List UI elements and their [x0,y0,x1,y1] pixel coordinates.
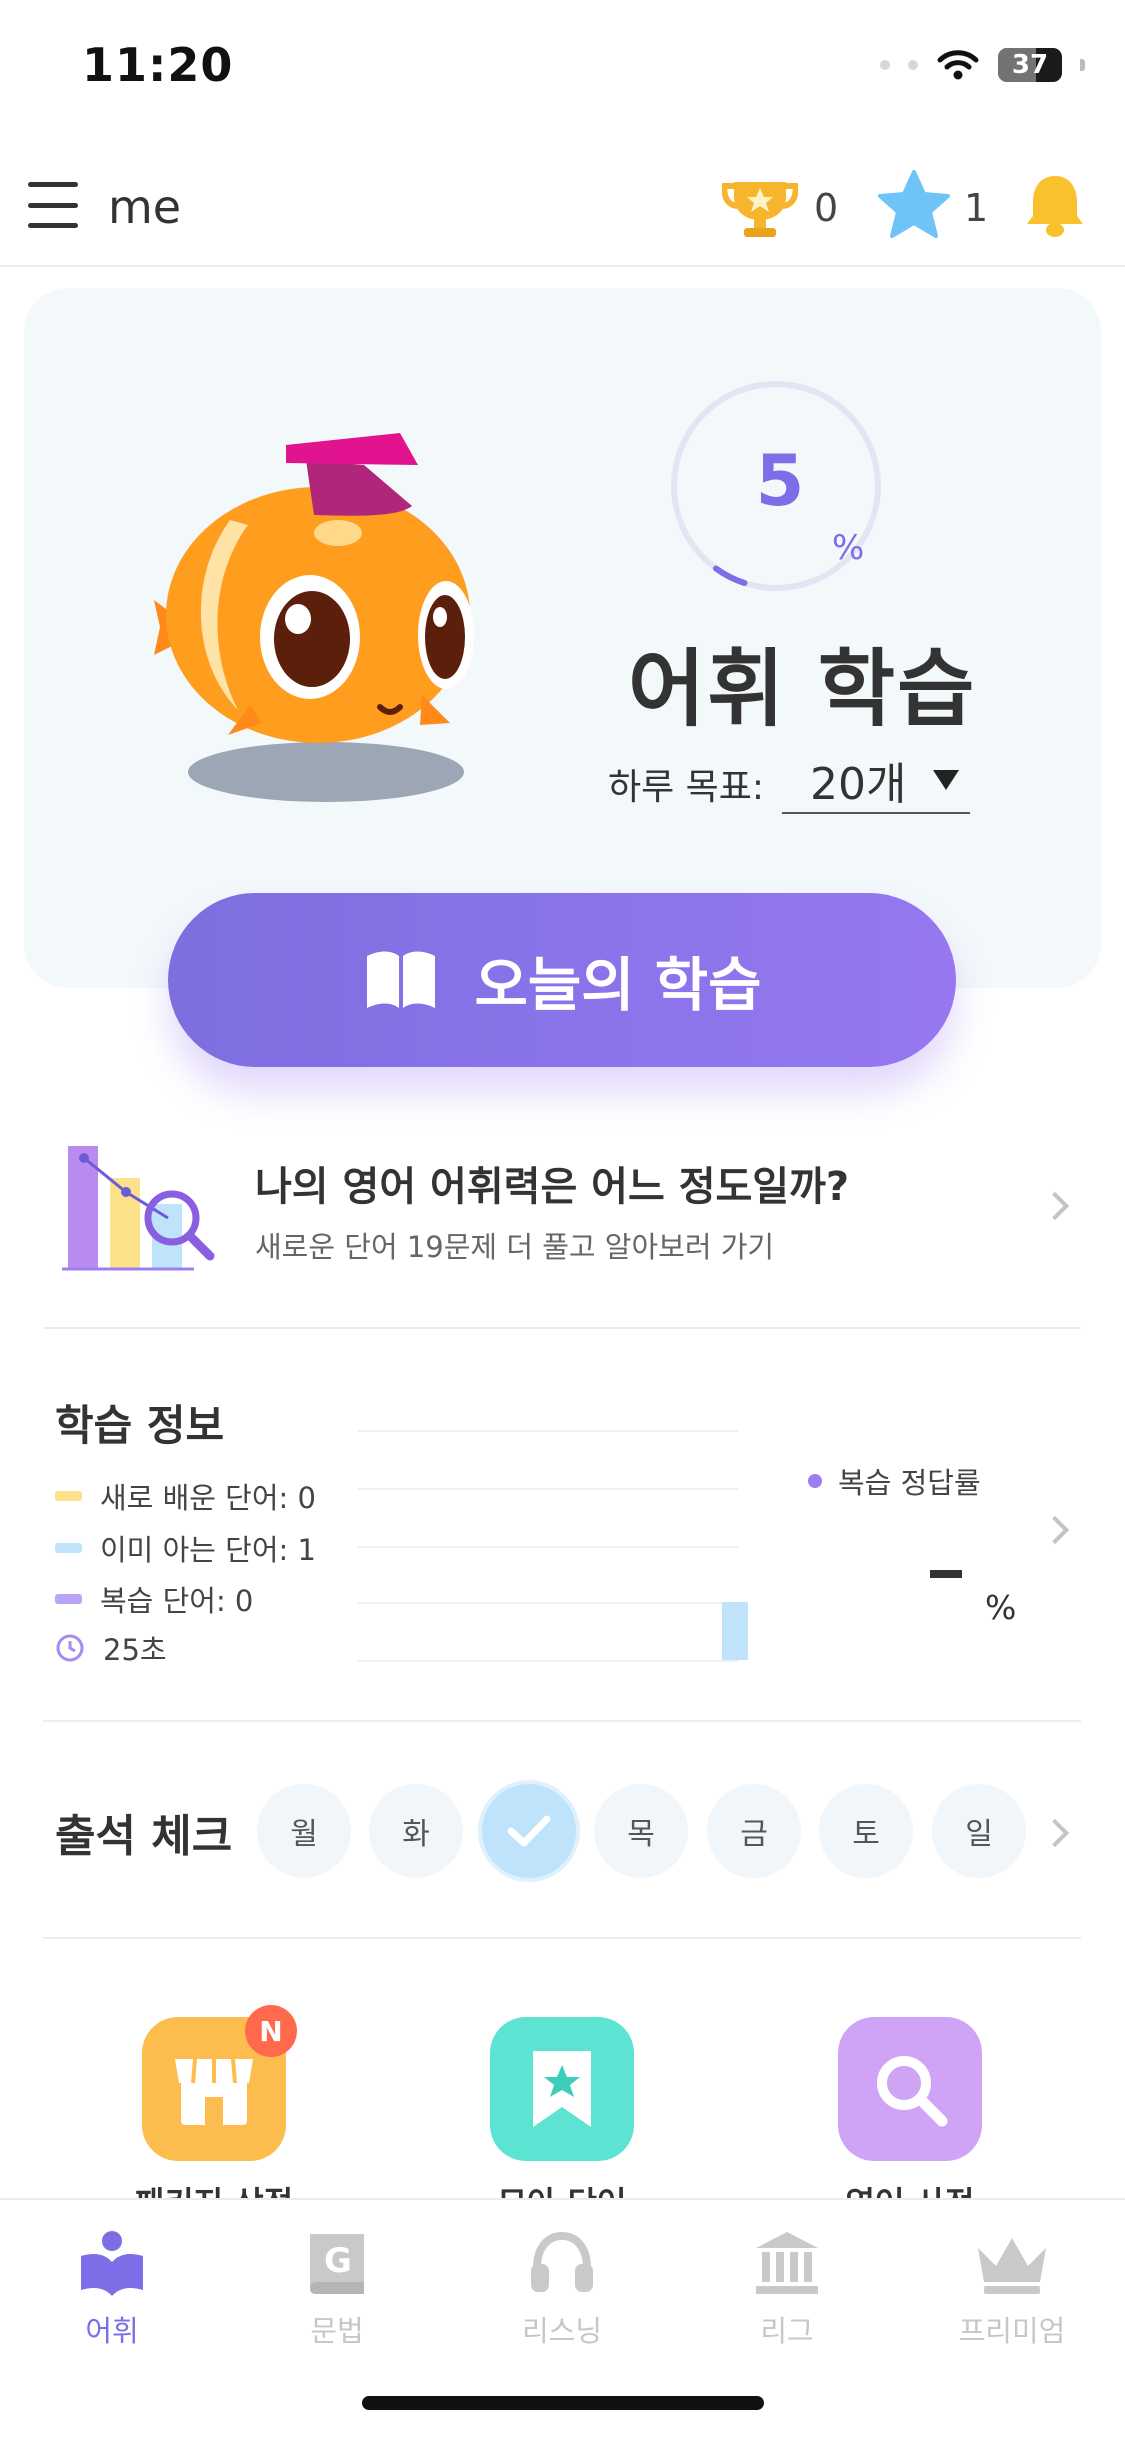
progress-unit: % [832,528,865,568]
tab-label: 문법 [310,2314,364,2348]
mascot-fish-icon [154,433,474,802]
app-header: me 0 1 [0,160,1125,267]
home-indicator [362,2396,764,2410]
tab-premium[interactable]: 프리미엄 [922,2228,1102,2350]
legend-label: 새로 배운 단어: 0 [100,1481,316,1515]
divider [43,1327,1081,1329]
battery-level: 37 [1011,50,1049,80]
vocab-chart-icon [62,1146,215,1271]
grammar-book-icon: G [310,2234,364,2294]
daily-goal-label: 하루 목표: [608,767,765,808]
menu-icon[interactable] [28,182,78,228]
attendance-day-wed[interactable] [482,1784,576,1878]
legend-review-words: 복습 단어: 0 [55,1578,253,1620]
daily-goal-select[interactable]: 20개 [810,748,906,812]
tab-league[interactable]: 리그 [697,2228,877,2350]
battery-icon: 37 [998,48,1062,82]
vocab-level-subtitle: 새로운 단어 19문제 더 풀고 알아보러 가기 [255,1230,775,1264]
chart-bar [722,1602,748,1660]
vocabulary-reader-icon [81,2231,143,2296]
legend-label: 이미 아는 단어: 1 [100,1533,316,1567]
tab-label: 어휘 [85,2314,139,2348]
study-info-title: 학습 정보 [55,1401,225,1450]
vocab-level-title: 나의 영어 어휘력은 어느 정도일까? [255,1164,850,1210]
chart-gridline [358,1602,738,1604]
todays-study-label: 오늘의 학습 [474,951,762,1019]
attendance-day-tue[interactable]: 화 [369,1784,463,1878]
crown-icon [978,2238,1046,2294]
star-icon[interactable] [878,170,950,240]
divider [43,1720,1081,1722]
status-indicators: 37 [880,48,1085,82]
book-icon [366,951,435,1008]
tab-label: 프리미엄 [958,2314,1066,2348]
saved-words-button[interactable] [490,2017,634,2161]
legend-known-words: 이미 아는 단어: 1 [55,1527,316,1569]
svg-text:G: G [324,2241,352,2281]
review-accuracy-value [930,1570,962,1578]
study-time-value: 25초 [103,1633,167,1667]
league-building-icon [756,2232,818,2294]
shop-icon [175,2058,253,2125]
attendance-title: 출석 체크 [55,1811,233,1862]
new-badge: N [245,2005,297,2057]
signal-dot-icon [880,60,890,70]
status-time: 11:20 [82,38,234,92]
goal-underline [782,812,970,814]
chart-gridline [358,1488,738,1490]
chart-gridline [358,1660,738,1662]
chart-gridline [358,1430,738,1432]
trophy-icon[interactable] [722,174,798,240]
bookmark-star-icon [533,2051,591,2127]
chevron-right-icon[interactable] [1040,1818,1070,1848]
dropdown-caret-icon[interactable] [933,770,959,790]
tab-label: 리스닝 [521,2314,603,2348]
check-icon [507,1815,551,1847]
review-accuracy-text: 복습 정답률 [838,1466,981,1500]
legend-swatch [55,1491,82,1501]
legend-label: 복습 단어: 0 [100,1584,254,1618]
review-accuracy-label: 복습 정답률 [808,1460,981,1502]
legend-new-words: 새로 배운 단어: 0 [55,1475,316,1517]
english-dictionary-button[interactable] [838,2017,982,2161]
star-count: 1 [964,186,989,230]
study-time: 25초 [55,1627,167,1669]
legend-swatch [55,1543,82,1553]
tab-grammar[interactable]: G 문법 [247,2228,427,2350]
attendance-day-sun[interactable]: 일 [932,1784,1026,1878]
tab-listening[interactable]: 리스닝 [472,2228,652,2350]
tab-label: 리그 [760,2314,814,2348]
signal-dot-icon [908,60,918,70]
divider [43,1937,1081,1939]
wifi-icon [937,50,979,80]
search-icon [877,2056,948,2127]
tab-vocabulary[interactable]: 어휘 [22,2228,202,2350]
attendance-day-fri[interactable]: 금 [707,1784,801,1878]
trophy-count: 0 [814,186,839,230]
legend-swatch [55,1594,82,1604]
attendance-day-mon[interactable]: 월 [257,1784,351,1878]
todays-study-button[interactable]: 오늘의 학습 [168,893,956,1067]
attendance-day-thu[interactable]: 목 [594,1784,688,1878]
headphones-icon [531,2231,593,2292]
attendance-day-sat[interactable]: 토 [819,1784,913,1878]
review-dot [808,1474,822,1488]
progress-value: 5 [755,440,805,522]
chart-gridline [358,1546,738,1548]
bell-icon[interactable] [1024,172,1086,240]
clock-icon [56,1634,84,1662]
username: me [108,180,182,234]
hero-title: 어휘 학습 [628,640,977,738]
review-accuracy-unit: % [985,1588,1017,1627]
